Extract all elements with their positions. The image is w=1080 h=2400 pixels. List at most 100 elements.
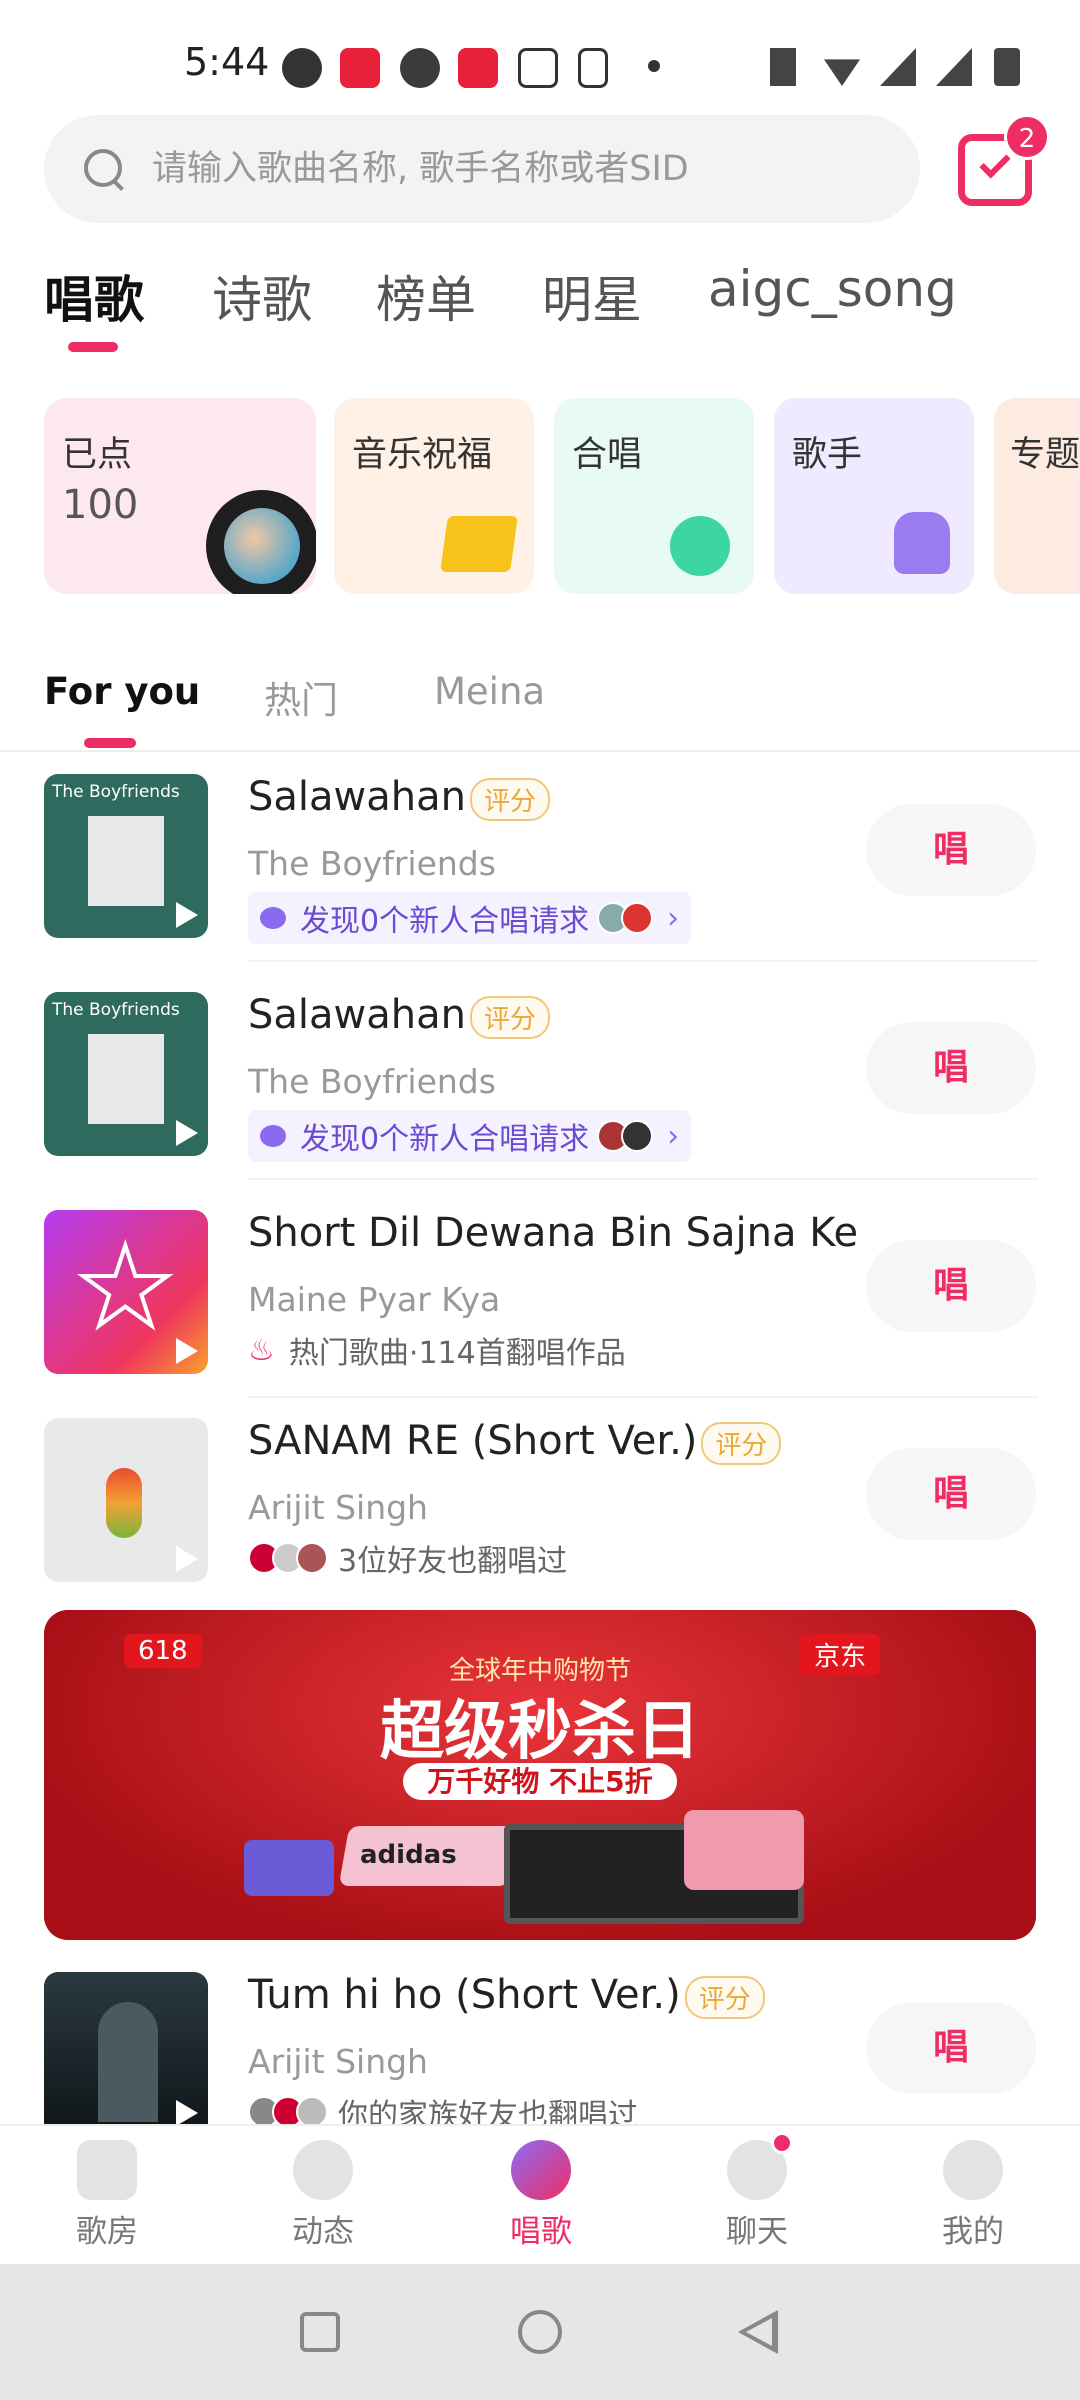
- sing-button[interactable]: 唱: [866, 2002, 1036, 2094]
- microphone-icon: [511, 2140, 571, 2200]
- avatar: [296, 2096, 328, 2126]
- nav-label: 歌房: [76, 2214, 138, 2250]
- search-input[interactable]: [150, 148, 870, 190]
- chat-bubble-icon: [727, 2132, 793, 2200]
- recent-apps-icon[interactable]: [300, 2312, 340, 2352]
- chevron-right-icon: ›: [667, 900, 680, 936]
- song-title: Salawahan 评分: [248, 992, 550, 1039]
- song-row[interactable]: The Boyfriends Salawahan 评分 The Boyfriend…: [0, 752, 1080, 962]
- app-notification-icon: [282, 48, 322, 88]
- subtab-for-you[interactable]: For you: [44, 670, 200, 713]
- product-phone-image: [244, 1840, 334, 1896]
- download-icon: [578, 48, 608, 88]
- planet-icon: [293, 2140, 353, 2200]
- nav-sing[interactable]: 唱歌: [466, 2134, 616, 2251]
- tab-sing[interactable]: 唱歌: [44, 260, 144, 332]
- wifi-icon: [824, 59, 860, 86]
- sing-button[interactable]: 唱: [866, 1022, 1036, 1114]
- play-icon: [176, 902, 198, 928]
- duet-request-tag[interactable]: 发现0个新人合唱请求 ›: [248, 1110, 692, 1162]
- rating-badge[interactable]: 评分: [469, 995, 550, 1039]
- play-icon: [176, 1546, 198, 1572]
- avatar: [621, 1120, 654, 1152]
- tab-aigc-song[interactable]: aigc_song: [708, 260, 1080, 318]
- banner-headline: 超级秒杀日: [380, 1695, 700, 1769]
- nav-label: 唱歌: [510, 2214, 572, 2250]
- play-icon: [176, 1338, 198, 1364]
- song-row[interactable]: ★ Short Dil Dewana Bin Sajna Ke Maine Py…: [0, 1188, 1080, 1398]
- rating-badge[interactable]: 评分: [684, 1975, 765, 2019]
- signal-icon-2: [936, 48, 972, 86]
- ktv-room-icon: [77, 2140, 137, 2200]
- play-icon: [176, 2100, 198, 2126]
- song-row[interactable]: SANAM RE (Short Ver.) 评分 Arijit Singh 3位好…: [0, 1396, 1080, 1606]
- song-row[interactable]: Tum hi ho (Short Ver.) 评分 Arijit Singh 你的…: [0, 1950, 1080, 2126]
- system-navigation-bar: [0, 2264, 1080, 2400]
- nav-ktv-room[interactable]: 歌房: [32, 2134, 182, 2251]
- nav-label: 聊天: [726, 2214, 788, 2250]
- subtab-indicator: [84, 738, 136, 748]
- album-cover[interactable]: ★: [44, 1210, 208, 1374]
- nav-feed[interactable]: 动态: [248, 2134, 398, 2251]
- tab-charts[interactable]: 榜单: [376, 260, 476, 332]
- card-heart-icon: [440, 516, 518, 572]
- duet-icon: [260, 907, 286, 929]
- sing-button[interactable]: 唱: [866, 804, 1036, 896]
- status-time: 5:44: [184, 40, 270, 84]
- rating-badge[interactable]: 评分: [701, 1421, 782, 1465]
- category-ordered[interactable]: 已点 100: [44, 398, 316, 594]
- star-mic-icon: ★: [74, 1223, 177, 1351]
- calendar-badge: 2: [1004, 114, 1050, 160]
- sing-button[interactable]: 唱: [866, 1448, 1036, 1540]
- album-cover[interactable]: [44, 1418, 208, 1582]
- bottom-navigation: 歌房 动态 唱歌 聊天 我的: [0, 2124, 1080, 2264]
- song-artist: The Boyfriends: [248, 1062, 496, 1101]
- rating-badge[interactable]: 评分: [469, 777, 550, 821]
- promo-banner[interactable]: 618 京东 全球年中购物节 超级秒杀日 万千好物 不止5折 adidas: [44, 1610, 1036, 1940]
- play-icon: [176, 1120, 198, 1146]
- subtab-hot[interactable]: 热门: [264, 670, 338, 724]
- singer-avatar-icon: [894, 512, 950, 574]
- facebook-icon: [400, 48, 440, 88]
- tab-stars[interactable]: 明星: [542, 260, 642, 332]
- profile-face-icon: [943, 2140, 1003, 2200]
- xiaohongshu-icon: [340, 48, 380, 88]
- top-tabs: 唱歌 诗歌 榜单 明星 aigc_song: [0, 250, 1080, 360]
- nav-profile[interactable]: 我的: [898, 2134, 1048, 2251]
- friends-tag: 你的家族好友也翻唱过: [248, 2090, 638, 2126]
- album-cover[interactable]: The Boyfriends: [44, 992, 208, 1156]
- album-cover[interactable]: The Boyfriends: [44, 774, 208, 938]
- category-music-blessing[interactable]: 音乐祝福: [334, 398, 534, 594]
- nav-label: 动态: [292, 2214, 354, 2250]
- song-title: Salawahan 评分: [248, 774, 550, 821]
- album-cover[interactable]: [44, 1972, 208, 2126]
- category-label: 歌手: [792, 435, 863, 475]
- song-title: SANAM RE (Short Ver.) 评分: [248, 1418, 782, 1465]
- product-suitcase-image: [684, 1810, 804, 1890]
- duet-mic-icon: [670, 516, 730, 576]
- friends-tag: 3位好友也翻唱过: [248, 1536, 567, 1580]
- category-topics[interactable]: 专题: [994, 398, 1080, 594]
- home-icon[interactable]: [518, 2310, 562, 2354]
- signal-icon: [880, 48, 916, 86]
- nav-chat[interactable]: 聊天: [682, 2132, 832, 2251]
- search-bar[interactable]: [44, 115, 920, 223]
- category-duet[interactable]: 合唱: [554, 398, 754, 594]
- song-artist: Maine Pyar Kya: [248, 1280, 501, 1319]
- category-singers[interactable]: 歌手: [774, 398, 974, 594]
- subtab-meina[interactable]: Meina: [434, 670, 545, 713]
- song-title: Tum hi ho (Short Ver.) 评分: [248, 1972, 765, 2019]
- category-count: 100: [62, 482, 139, 528]
- sing-button[interactable]: 唱: [866, 1240, 1036, 1332]
- hot-song-tag: ♨ 热门歌曲·114首翻唱作品: [248, 1332, 626, 1372]
- back-icon[interactable]: [738, 2310, 778, 2354]
- duet-request-tag[interactable]: 发现0个新人合唱请求 ›: [248, 892, 692, 944]
- banner-subline: 万千好物 不止5折: [403, 1763, 677, 1800]
- tab-poetry[interactable]: 诗歌: [212, 260, 312, 332]
- avatar: [621, 902, 654, 934]
- gmail-icon: [518, 48, 558, 88]
- category-label: 音乐祝福: [352, 435, 493, 475]
- tab-indicator: [68, 342, 118, 352]
- song-row[interactable]: The Boyfriends Salawahan 评分 The Boyfriend…: [0, 970, 1080, 1180]
- battery-icon: [994, 48, 1020, 86]
